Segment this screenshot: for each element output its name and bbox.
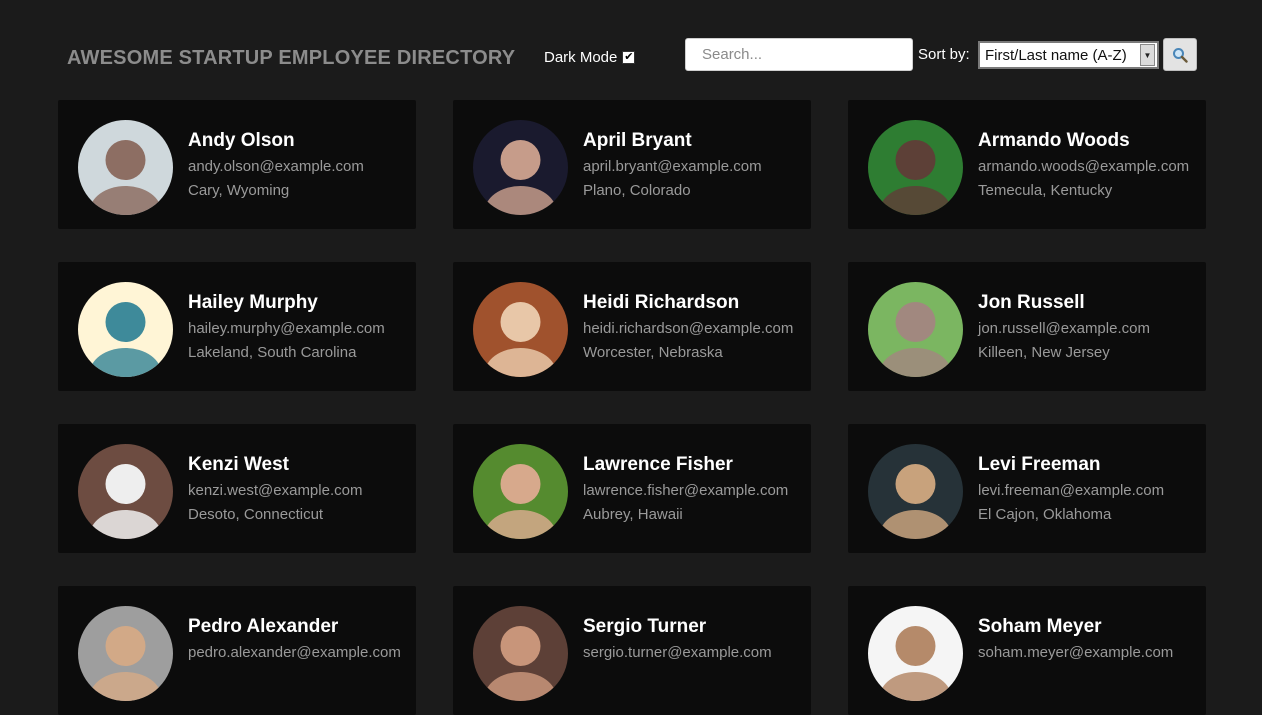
employee-name: Levi Freeman: [978, 454, 1101, 475]
employee-card[interactable]: Hailey Murphy hailey.murphy@example.com La…: [58, 262, 416, 391]
employee-name: April Bryant: [583, 130, 692, 151]
employee-location: Lakeland, South Carolina: [188, 344, 357, 361]
employee-location: Aubrey, Hawaii: [583, 506, 683, 523]
avatar: [78, 606, 173, 701]
employee-location: Killeen, New Jersey: [978, 344, 1110, 361]
employee-card[interactable]: Heidi Richardson heidi.richardson@example…: [453, 262, 811, 391]
employee-name: Pedro Alexander: [188, 616, 339, 637]
employee-email: lawrence.fisher@example.com: [583, 482, 789, 499]
employee-name: Hailey Murphy: [188, 292, 318, 313]
avatar: [868, 606, 963, 701]
avatar: [868, 120, 963, 215]
employee-email: jon.russell@example.com: [978, 320, 1150, 337]
employee-card[interactable]: Andy Olson andy.olson@example.com Cary, Wy…: [58, 100, 416, 229]
employee-card[interactable]: Kenzi West kenzi.west@example.com Desoto, …: [58, 424, 416, 553]
employee-email: armando.woods@example.com: [978, 158, 1190, 175]
sort-select[interactable]: First/Last name (A-Z) ▼: [978, 41, 1159, 69]
chevron-down-icon[interactable]: ▼: [1140, 44, 1155, 66]
dark-mode-label: Dark Mode: [544, 49, 618, 66]
employee-location: Plano, Colorado: [583, 182, 691, 199]
employee-email: andy.olson@example.com: [188, 158, 364, 175]
avatar: [473, 444, 568, 539]
avatar: [78, 282, 173, 377]
employee-email: heidi.richardson@example.com: [583, 320, 794, 337]
employee-location: Desoto, Connecticut: [188, 506, 324, 523]
employee-email: levi.freeman@example.com: [978, 482, 1165, 499]
employee-location: Temecula, Kentucky: [978, 182, 1113, 199]
dark-mode-checkbox[interactable]: ✔: [622, 51, 636, 64]
avatar: [473, 120, 568, 215]
employee-name: Jon Russell: [978, 292, 1085, 313]
avatar: [78, 444, 173, 539]
avatar: [78, 120, 173, 215]
employee-card[interactable]: April Bryant april.bryant@example.com Plan…: [453, 100, 811, 229]
avatar: [473, 606, 568, 701]
employee-card[interactable]: Sergio Turner sergio.turner@example.com: [453, 586, 811, 715]
search-button[interactable]: [1163, 38, 1197, 71]
sort-label: Sort by:: [918, 46, 970, 63]
employee-name: Andy Olson: [188, 130, 295, 151]
header: AWESOME STARTUP EMPLOYEE DIRECTORY Dark …: [0, 0, 1262, 100]
avatar: [868, 282, 963, 377]
employee-location: Cary, Wyoming: [188, 182, 290, 199]
dark-mode-toggle[interactable]: Dark Mode ✔: [544, 49, 636, 66]
employee-card[interactable]: Jon Russell jon.russell@example.com Killee…: [848, 262, 1206, 391]
employee-name: Heidi Richardson: [583, 292, 740, 313]
employee-email: april.bryant@example.com: [583, 158, 762, 175]
employee-name: Sergio Turner: [583, 616, 707, 637]
employee-location: El Cajon, Oklahoma: [978, 506, 1112, 523]
search-input[interactable]: [685, 38, 913, 71]
employee-name: Soham Meyer: [978, 616, 1102, 637]
avatar: [868, 444, 963, 539]
employee-name: Lawrence Fisher: [583, 454, 733, 475]
employee-card[interactable]: Soham Meyer soham.meyer@example.com: [848, 586, 1206, 715]
employee-card[interactable]: Levi Freeman levi.freeman@example.com El C…: [848, 424, 1206, 553]
employee-location: Worcester, Nebraska: [583, 344, 723, 361]
magnifier-icon: [1173, 47, 1188, 63]
employee-grid: Andy Olson andy.olson@example.com Cary, Wy…: [58, 100, 1206, 715]
employee-card[interactable]: Pedro Alexander pedro.alexander@example.c…: [58, 586, 416, 715]
employee-card[interactable]: Armando Woods armando.woods@example.com Te…: [848, 100, 1206, 229]
employee-email: hailey.murphy@example.com: [188, 320, 385, 337]
avatar: [473, 282, 568, 377]
employee-card[interactable]: Lawrence Fisher lawrence.fisher@example.c…: [453, 424, 811, 553]
employee-email: kenzi.west@example.com: [188, 482, 363, 499]
employee-name: Kenzi West: [188, 454, 290, 475]
page-title: AWESOME STARTUP EMPLOYEE DIRECTORY: [67, 47, 516, 69]
sort-selected-value: First/Last name (A-Z): [985, 46, 1127, 64]
employee-name: Armando Woods: [978, 130, 1130, 151]
